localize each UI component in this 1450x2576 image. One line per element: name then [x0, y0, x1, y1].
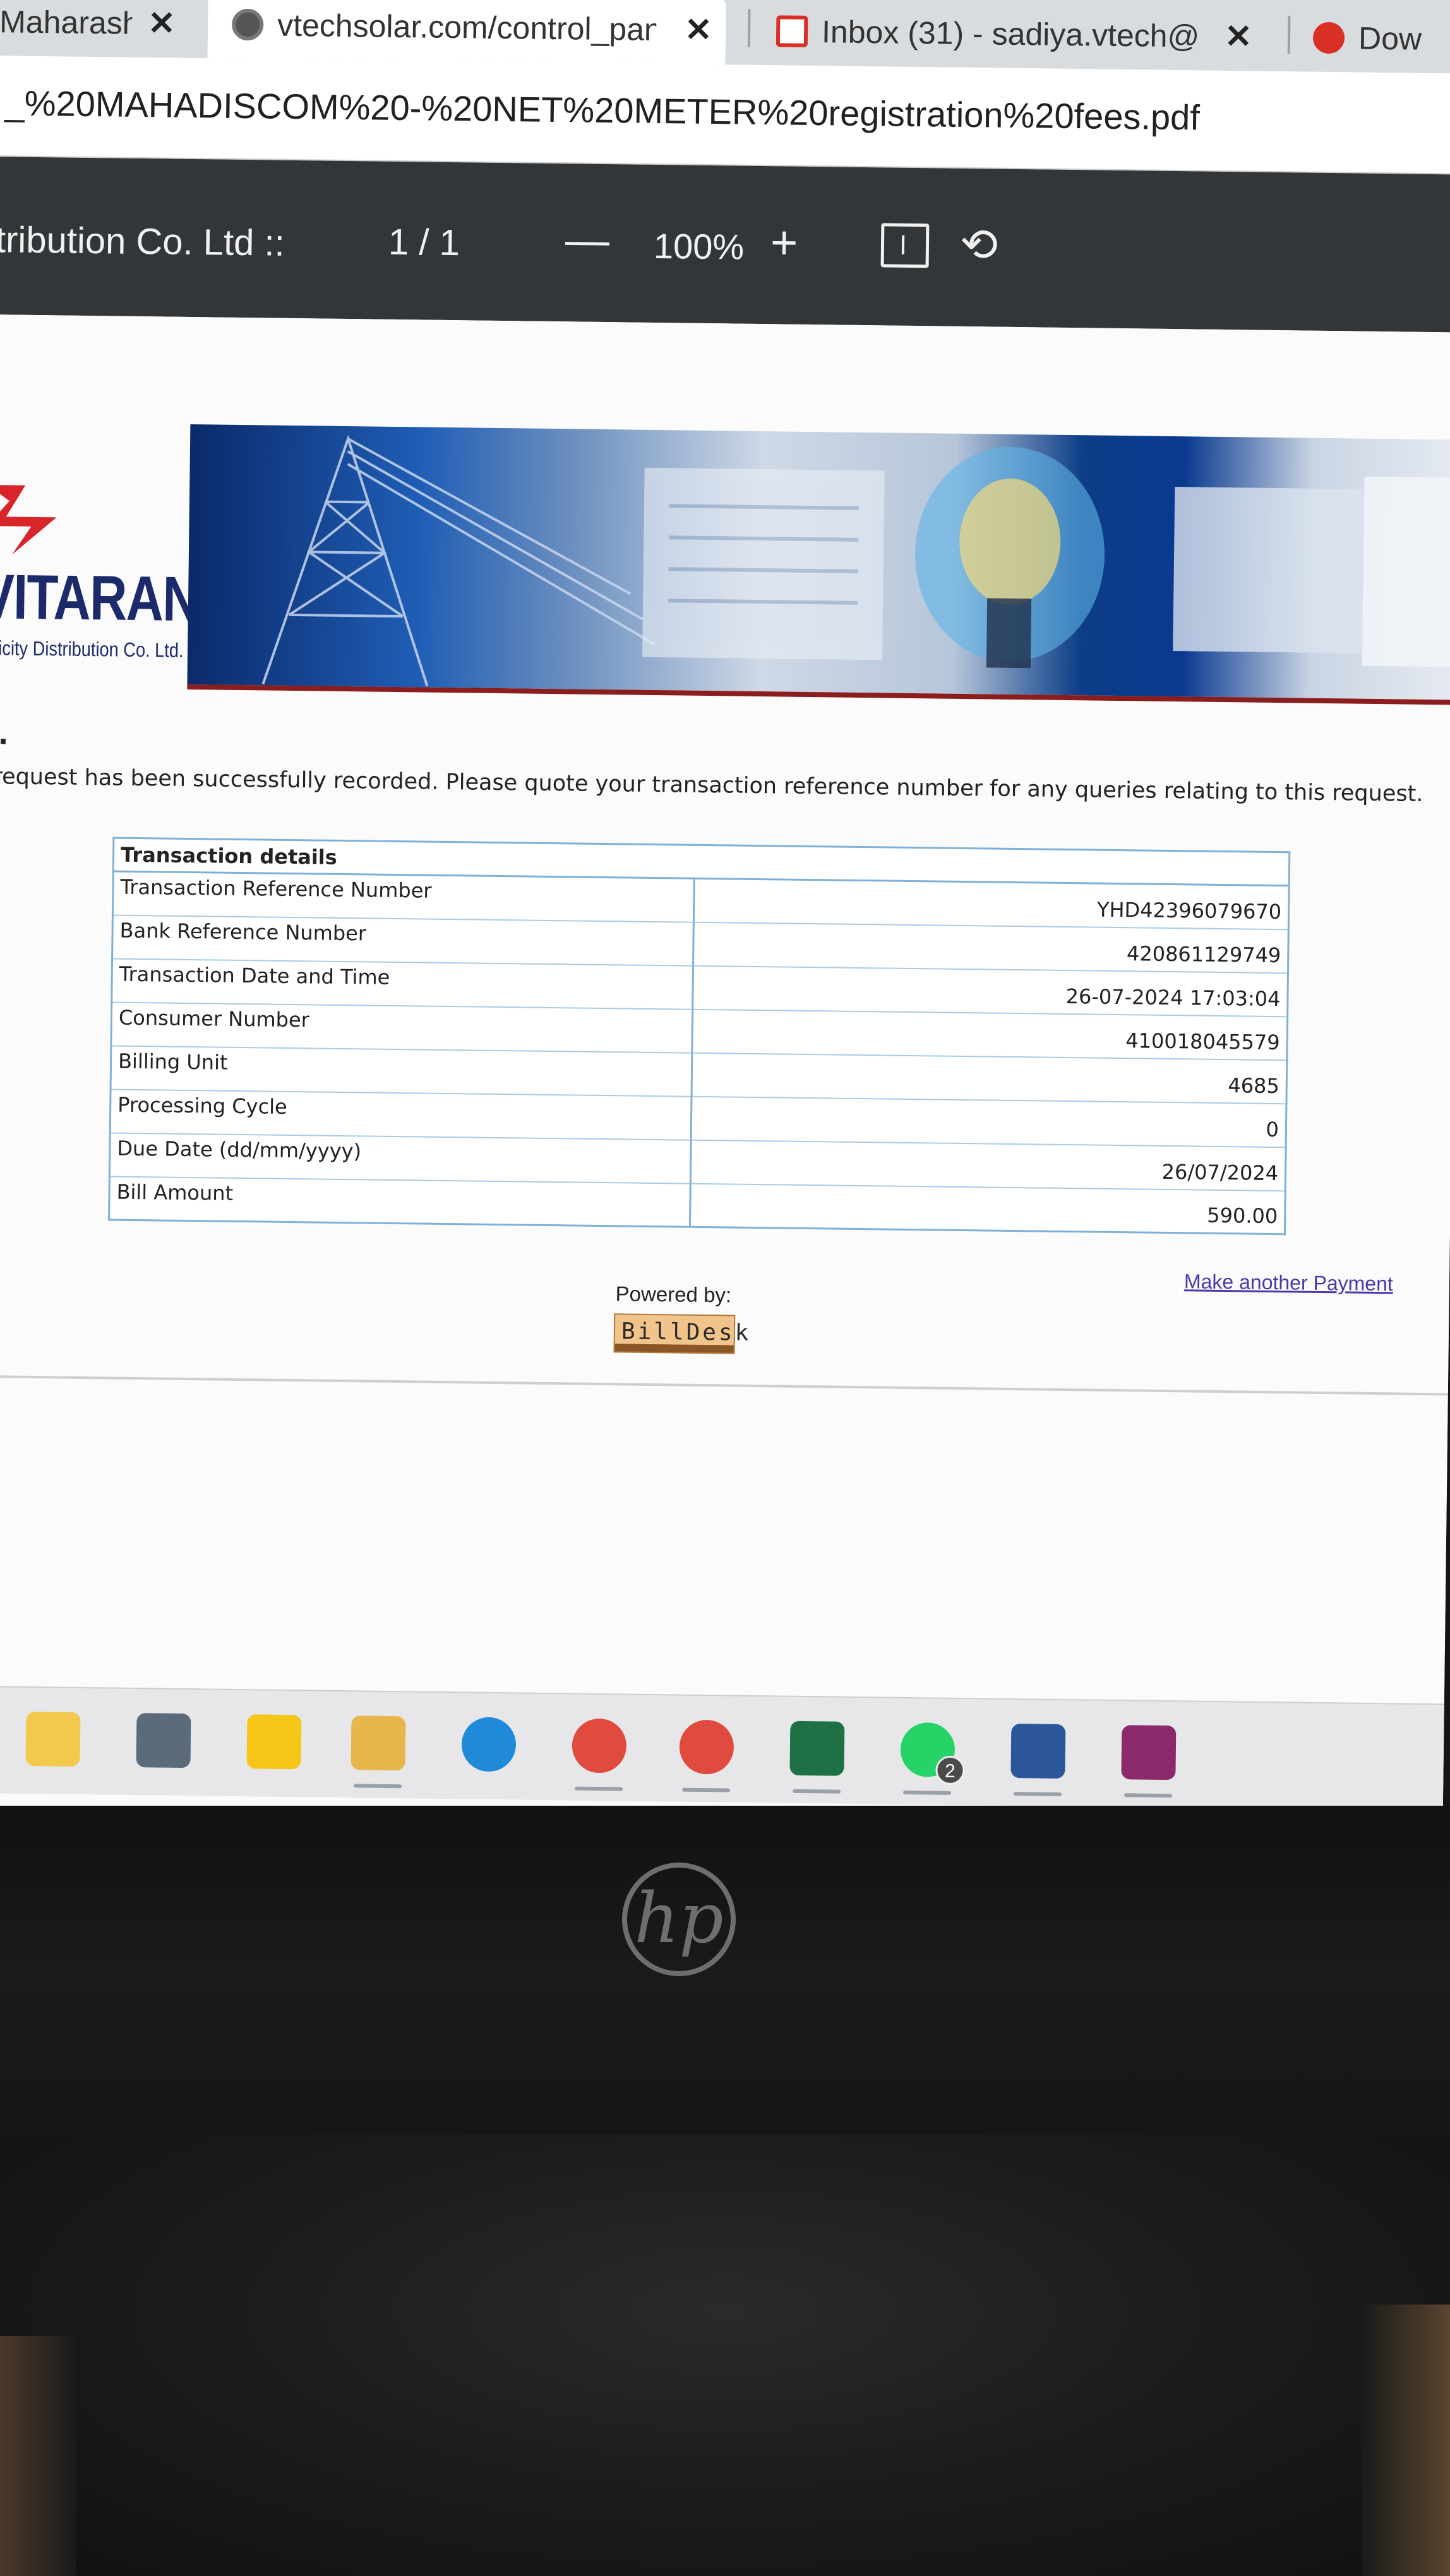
- close-icon[interactable]: ✕: [1225, 18, 1252, 56]
- row-value: 590.00: [690, 1183, 1286, 1234]
- zoom-out-button[interactable]: —: [565, 214, 610, 265]
- close-icon[interactable]: ✕: [685, 11, 712, 49]
- row-label: Transaction Reference Number: [112, 871, 695, 922]
- desk-surface: [1362, 2305, 1450, 2576]
- globe-icon: [231, 8, 264, 41]
- whatsapp-icon[interactable]: 2: [900, 1722, 965, 1786]
- row-label: Bill Amount: [109, 1176, 691, 1227]
- tab-download[interactable]: Dow: [1306, 4, 1450, 74]
- tab-inbox[interactable]: Inbox (31) - sadiya.vtech@g ✕: [763, 0, 1281, 71]
- billdesk-logo: BillDesk: [613, 1313, 752, 1354]
- make-another-payment-link[interactable]: Make another Payment: [1184, 1270, 1393, 1296]
- pdf-toolbar: tribution Co. Ltd :: 1 / 1 — 100% + ⟲: [0, 156, 1450, 333]
- desk-surface: [0, 2336, 76, 2576]
- edge-icon[interactable]: [461, 1717, 517, 1772]
- tab-title: Maharash: [0, 4, 133, 41]
- heart-icon: [1312, 21, 1345, 54]
- photo-of-monitor: Maharash ✕ vtechsolar.com/control_pan ✕ …: [0, 0, 1450, 2576]
- chrome-profile-p-icon[interactable]: [679, 1719, 734, 1775]
- row-label: Due Date (dd/mm/yyyy): [109, 1133, 692, 1184]
- logo-tagline: ctricity Distribution Co. Ltd.: [0, 636, 184, 662]
- tab-maharashtra[interactable]: Maharash ✕: [0, 0, 196, 58]
- windows-taskbar: 2: [0, 1685, 1444, 1811]
- row-label: Billing Unit: [111, 1046, 692, 1097]
- pdf-document-title: tribution Co. Ltd ::: [0, 219, 285, 264]
- zoom-in-button[interactable]: +: [770, 215, 798, 270]
- address-bar[interactable]: _%20MAHADISCOM%20-%20NET%20METER%20regis…: [0, 55, 1450, 175]
- page-indicator[interactable]: 1 / 1: [388, 221, 460, 264]
- header-banner-image: [187, 424, 1450, 705]
- row-value: 420861129749: [693, 922, 1289, 973]
- tab-vtechsolar[interactable]: vtechsolar.com/control_pan ✕: [207, 0, 726, 65]
- monitor-stand: [0, 2134, 1450, 2576]
- pdf-page: VITARAN ctricity Distribution Co. Ltd. u…: [0, 314, 1450, 1830]
- powered-by-label: Powered by:: [615, 1282, 732, 1307]
- notification-badge: 2: [935, 1755, 965, 1786]
- tab-separator: [1287, 16, 1291, 54]
- close-icon[interactable]: ✕: [148, 4, 176, 43]
- billdesk-logo-text: BillDesk: [621, 1318, 752, 1346]
- row-value: 0: [691, 1096, 1286, 1147]
- row-label: Consumer Number: [111, 1002, 693, 1053]
- row-value: 410018045579: [692, 1009, 1288, 1060]
- excel-icon[interactable]: [789, 1720, 845, 1776]
- tab-separator: [747, 9, 751, 47]
- row-value: 4685: [692, 1052, 1287, 1104]
- winrar-icon[interactable]: [1121, 1725, 1177, 1780]
- row-label: Bank Reference Number: [112, 915, 694, 966]
- divider: [0, 1374, 1448, 1396]
- tab-title: vtechsolar.com/control_pan: [277, 7, 657, 48]
- calculator-icon[interactable]: [136, 1713, 191, 1768]
- tab-title: Inbox (31) - sadiya.vtech@g: [821, 14, 1201, 54]
- fit-to-page-icon[interactable]: [880, 223, 930, 268]
- row-value: YHD42396079670: [693, 878, 1290, 929]
- chrome-profile-s-icon[interactable]: [572, 1718, 627, 1774]
- file-explorer-icon[interactable]: [351, 1715, 406, 1771]
- monitor-bezel: [0, 1806, 1450, 2134]
- rotate-icon[interactable]: ⟲: [960, 218, 998, 271]
- hp-logo: hp: [622, 1863, 736, 1976]
- row-value: 26/07/2024: [690, 1140, 1286, 1191]
- zoom-level[interactable]: 100%: [654, 225, 745, 268]
- lightning-bolt-icon: [0, 485, 57, 555]
- row-value: 26-07-2024 17:03:04: [692, 965, 1288, 1017]
- tab-title: Dow: [1358, 20, 1422, 57]
- logo-name: VITARAN: [0, 561, 200, 635]
- url-text: _%20MAHADISCOM%20-%20NET%20METER%20regis…: [4, 83, 1201, 138]
- transaction-details-table: Transaction details Transaction Referenc…: [108, 837, 1291, 1236]
- sticky-notes-icon[interactable]: [246, 1714, 302, 1770]
- store-icon[interactable]: [25, 1711, 81, 1767]
- banner-illustration: [261, 434, 1450, 687]
- row-label: Transaction Date and Time: [111, 958, 693, 1010]
- confirmation-message: t request has been successfully recorded…: [0, 763, 1423, 807]
- mahavitaran-logo: VITARAN ctricity Distribution Co. Ltd.: [0, 466, 200, 696]
- gmail-icon: [776, 15, 808, 47]
- row-label: Processing Cycle: [110, 1089, 692, 1140]
- word-icon[interactable]: [1010, 1724, 1066, 1779]
- monitor-screen: Maharash ✕ vtechsolar.com/control_pan ✕ …: [0, 0, 1450, 1830]
- thank-you-heading: u.: [0, 718, 9, 751]
